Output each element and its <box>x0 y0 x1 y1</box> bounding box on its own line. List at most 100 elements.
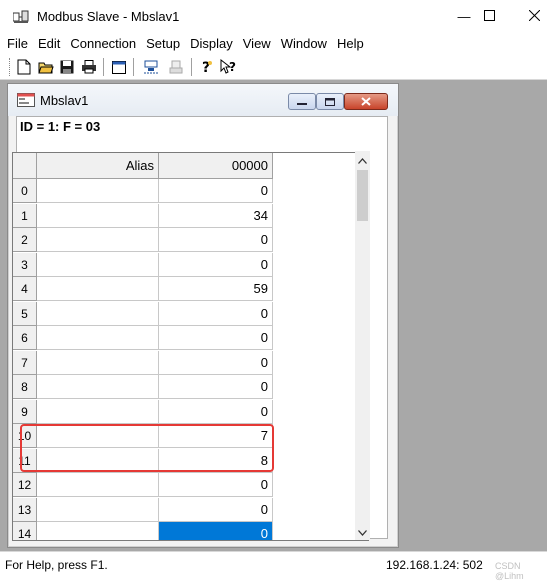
table-row: 30 <box>13 252 273 277</box>
menu-bar: File Edit Connection Setup Display View … <box>0 33 547 55</box>
table-row: 00 <box>13 179 273 203</box>
menu-display[interactable]: Display <box>185 33 238 55</box>
toolbar-separator <box>133 58 134 76</box>
register-column-header[interactable]: 00000 <box>159 153 273 179</box>
register-value-cell[interactable]: 0 <box>159 252 273 277</box>
register-value-cell[interactable]: 0 <box>159 522 273 540</box>
row-number[interactable]: 6 <box>13 326 37 350</box>
alias-cell[interactable] <box>37 179 159 203</box>
child-title-bar[interactable]: Mbslav1 <box>8 84 398 116</box>
status-connection-address: 192.168.1.24: 502 <box>386 558 483 572</box>
table-row: 11 8 <box>13 448 273 473</box>
row-number[interactable]: 0 <box>13 179 37 203</box>
print-icon[interactable] <box>80 58 98 76</box>
close-icon <box>528 9 540 24</box>
help-icon[interactable]: ? <box>198 58 216 76</box>
alias-cell[interactable] <box>37 497 159 522</box>
menu-file[interactable]: File <box>2 33 33 55</box>
row-number[interactable]: 11 <box>13 448 37 473</box>
chevron-up-icon <box>358 152 367 167</box>
register-value-cell[interactable]: 0 <box>159 301 273 326</box>
child-minimize-button[interactable] <box>288 93 316 110</box>
watermark: CSDN @Lihm <box>495 561 524 581</box>
child-maximize-button[interactable] <box>316 93 344 110</box>
table-row: 80 <box>13 375 273 399</box>
menu-setup[interactable]: Setup <box>141 33 185 55</box>
child-close-button[interactable] <box>344 93 388 110</box>
table-row: 20 <box>13 228 273 252</box>
scroll-down-button[interactable] <box>355 523 370 540</box>
open-icon[interactable] <box>37 58 55 76</box>
scroll-up-button[interactable] <box>355 151 370 168</box>
context-help-icon[interactable]: ? <box>220 58 238 76</box>
alias-cell[interactable] <box>37 350 159 375</box>
menu-view[interactable]: View <box>238 33 276 55</box>
document-icon <box>17 93 35 107</box>
register-value-cell[interactable]: 7 <box>159 424 273 448</box>
close-icon <box>361 94 371 109</box>
register-value-cell[interactable]: 0 <box>159 179 273 203</box>
register-value-cell[interactable]: 0 <box>159 375 273 399</box>
scroll-thumb[interactable] <box>357 170 368 221</box>
row-number[interactable]: 8 <box>13 375 37 399</box>
alias-cell[interactable] <box>37 301 159 326</box>
register-value-cell[interactable]: 0 <box>159 399 273 424</box>
menu-window[interactable]: Window <box>276 33 332 55</box>
alias-cell[interactable] <box>37 277 159 301</box>
row-number[interactable]: 14 <box>13 522 37 540</box>
table-row: 1 34 <box>13 203 273 228</box>
connect-icon[interactable] <box>142 58 160 76</box>
menu-edit[interactable]: Edit <box>33 33 65 55</box>
menu-help[interactable]: Help <box>332 33 369 55</box>
status-bar: For Help, press F1. 192.168.1.24: 502 CS… <box>0 551 547 582</box>
register-value-cell[interactable]: 59 <box>159 277 273 301</box>
status-help-text: For Help, press F1. <box>5 558 108 572</box>
alias-cell[interactable] <box>37 448 159 473</box>
menu-connection[interactable]: Connection <box>65 33 141 55</box>
table-row: 50 <box>13 301 273 326</box>
window-icon[interactable] <box>110 58 128 76</box>
app-title-bar[interactable]: Modbus Slave - Mbslav1 — <box>0 0 547 33</box>
register-value-cell[interactable]: 0 <box>159 228 273 252</box>
close-button[interactable] <box>511 0 547 33</box>
alias-cell[interactable] <box>37 375 159 399</box>
alias-cell[interactable] <box>37 203 159 228</box>
register-value-cell[interactable]: 34 <box>159 203 273 228</box>
row-number[interactable]: 5 <box>13 301 37 326</box>
toolbar: ? ? <box>0 55 547 80</box>
new-icon[interactable] <box>15 58 33 76</box>
row-number[interactable]: 3 <box>13 252 37 277</box>
row-number[interactable]: 12 <box>13 473 37 497</box>
maximize-button[interactable] <box>466 0 512 33</box>
alias-cell[interactable] <box>37 228 159 252</box>
disconnect-icon[interactable] <box>167 58 185 76</box>
register-value-cell[interactable]: 0 <box>159 326 273 350</box>
alias-cell[interactable] <box>37 399 159 424</box>
toolbar-grip[interactable] <box>9 58 12 76</box>
alias-cell[interactable] <box>37 326 159 350</box>
row-number[interactable]: 4 <box>13 277 37 301</box>
grid-vertical-scrollbar[interactable] <box>355 151 370 540</box>
register-value-cell[interactable]: 0 <box>159 497 273 522</box>
row-number[interactable]: 9 <box>13 399 37 424</box>
register-value-cell[interactable]: 0 <box>159 473 273 497</box>
alias-cell[interactable] <box>37 522 159 540</box>
row-number[interactable]: 2 <box>13 228 37 252</box>
table-row: 90 <box>13 399 273 424</box>
row-number[interactable]: 1 <box>13 203 37 228</box>
alias-cell[interactable] <box>37 252 159 277</box>
row-number[interactable]: 7 <box>13 350 37 375</box>
slave-id-function-label: ID = 1: F = 03 <box>20 119 101 134</box>
grid-corner[interactable] <box>13 153 37 179</box>
row-number[interactable]: 13 <box>13 497 37 522</box>
alias-column-header[interactable]: Alias <box>37 153 159 179</box>
alias-cell[interactable] <box>37 424 159 448</box>
alias-cell[interactable] <box>37 473 159 497</box>
table-row: 10 7 <box>13 424 273 448</box>
register-value-cell[interactable]: 0 <box>159 350 273 375</box>
window-title: Modbus Slave - Mbslav1 <box>37 9 180 24</box>
register-value-cell[interactable]: 8 <box>159 448 273 473</box>
minimize-icon <box>297 94 307 109</box>
row-number[interactable]: 10 <box>13 424 37 448</box>
save-icon[interactable] <box>58 58 76 76</box>
